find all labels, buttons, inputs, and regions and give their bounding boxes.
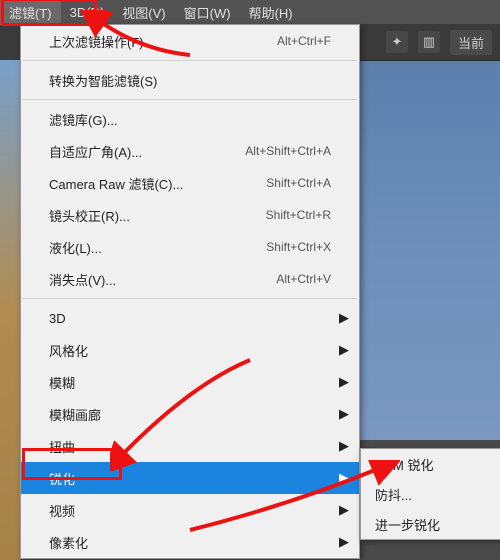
submenu-arrow-icon: ▶	[339, 374, 349, 390]
annotation-box-1	[1, 0, 97, 26]
wand-icon: ✦	[386, 31, 408, 53]
menu-item-label: 镜头校正(R)...	[49, 206, 266, 225]
menu-item[interactable]: 3D ▶	[21, 302, 359, 334]
menu-item-shortcut: Alt+Ctrl+V	[276, 272, 331, 286]
menu-item-label: Camera Raw 滤镜(C)...	[49, 174, 266, 193]
menu-separator	[23, 298, 357, 299]
menubar-item[interactable]: 帮助(H)	[240, 0, 302, 25]
menu-item[interactable]: 镜头校正(R)...Shift+Ctrl+R	[21, 199, 359, 231]
toolbar-tab-current[interactable]: 当前	[450, 30, 492, 55]
annotation-arrow-3	[180, 460, 400, 540]
menu-item-shortcut: Shift+Ctrl+R	[266, 208, 331, 222]
menu-item-shortcut: Shift+Ctrl+X	[266, 240, 331, 254]
submenu-arrow-icon: ▶	[339, 438, 349, 454]
menu-item[interactable]: 液化(L)...Shift+Ctrl+X	[21, 231, 359, 263]
menu-item-label: 3D	[49, 311, 331, 326]
menu-item-label: 液化(L)...	[49, 238, 266, 257]
submenu-arrow-icon: ▶	[339, 310, 349, 326]
menu-item-label: 转换为智能滤镜(S)	[49, 71, 331, 90]
menu-separator	[23, 60, 357, 61]
menu-item-label: 消失点(V)...	[49, 270, 276, 289]
canvas-image-strip	[360, 60, 500, 440]
menu-item-shortcut: Alt+Ctrl+F	[277, 34, 331, 48]
submenu-arrow-icon: ▶	[339, 342, 349, 358]
canvas-left-edge	[0, 60, 20, 560]
menu-item[interactable]: 消失点(V)...Alt+Ctrl+V	[21, 263, 359, 295]
columns-icon: ▥	[418, 31, 440, 53]
menu-item-label: 自适应广角(A)...	[49, 142, 245, 161]
annotation-arrow-2	[110, 355, 260, 475]
annotation-box-2	[22, 448, 122, 480]
menu-item[interactable]: 转换为智能滤镜(S)	[21, 64, 359, 96]
menu-item-shortcut: Alt+Shift+Ctrl+A	[245, 144, 331, 158]
menu-separator	[23, 99, 357, 100]
menu-item[interactable]: Camera Raw 滤镜(C)...Shift+Ctrl+A	[21, 167, 359, 199]
menu-item-label: 滤镜库(G)...	[49, 110, 331, 129]
annotation-arrow-1	[80, 10, 200, 60]
menu-item[interactable]: 滤镜库(G)...	[21, 103, 359, 135]
submenu-arrow-icon: ▶	[339, 406, 349, 422]
menu-item-shortcut: Shift+Ctrl+A	[266, 176, 331, 190]
menu-item[interactable]: 自适应广角(A)...Alt+Shift+Ctrl+A	[21, 135, 359, 167]
